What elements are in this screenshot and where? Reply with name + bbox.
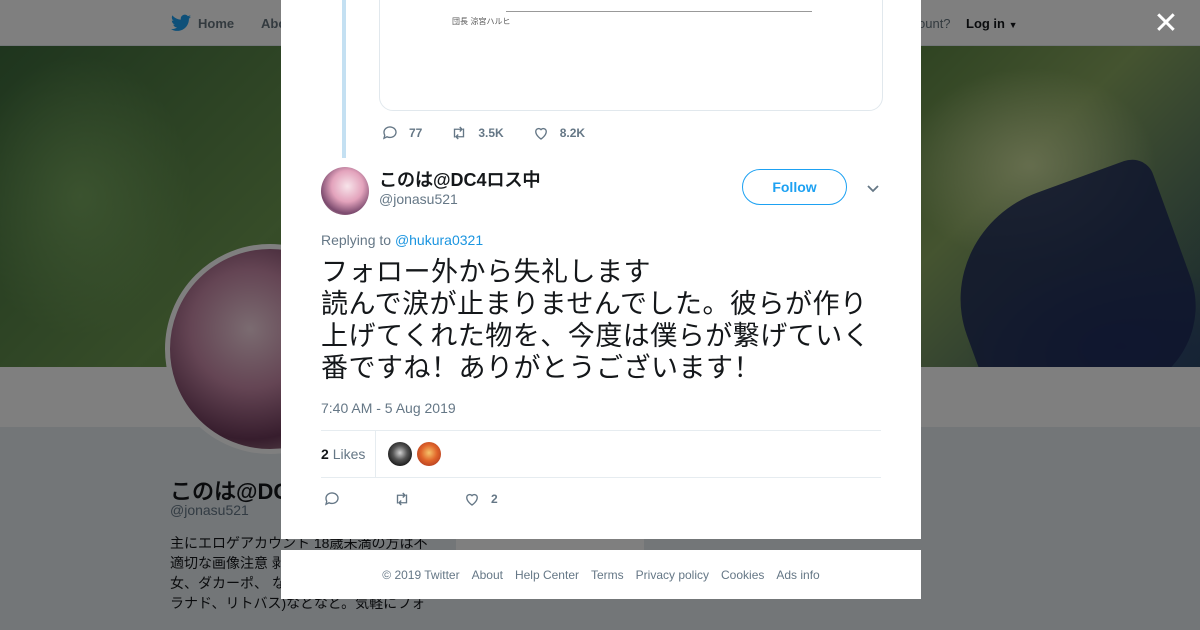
chevron-down-icon[interactable] [865,180,881,196]
quoted-media-card[interactable]: 団長 涼宮ハルヒ [379,0,883,111]
footer-link-cookies[interactable]: Cookies [721,568,764,582]
like-button[interactable]: 2 [463,490,498,508]
retweet-button[interactable] [393,490,411,508]
liker-avatar[interactable] [417,442,441,466]
footer-link-ads-info[interactable]: Ads info [776,568,819,582]
quoted-action-bar: 77 3.5K 8.2K [381,124,585,142]
retweet-icon [454,126,465,140]
replying-to-link[interactable]: @hukura0321 [395,232,483,248]
likes-stat[interactable]: 2 Likes [321,446,365,462]
tweet-action-bar: 2 [323,490,498,508]
close-icon[interactable]: ✕ [1152,9,1180,39]
likes-label: Likes [332,446,366,462]
likes-number: 2 [321,446,329,462]
media-caption: 団長 涼宮ハルヒ [452,17,511,26]
tweet-stats: 2 Likes [321,430,881,478]
footer-link-terms[interactable]: Terms [591,568,624,582]
reply-button[interactable]: 77 [381,124,422,142]
retweet-icon [396,492,408,506]
reply-count: 77 [409,126,423,140]
footer-link-privacy[interactable]: Privacy policy [636,568,709,582]
like-count: 8.2K [559,126,586,140]
footer-link-help-center[interactable]: Help Center [515,568,579,582]
heart-icon [534,127,547,140]
replying-prefix: Replying to [321,232,392,248]
reply-button[interactable] [323,490,341,508]
tweet-display-name[interactable]: このは@DC4ロス中 [379,166,541,192]
liker-avatar[interactable] [388,442,412,466]
tweet-handle[interactable]: @jonasu521 [379,191,458,207]
tweet-modal: 団長 涼宮ハルヒ 77 3.5K 8.2K このは@DC4ロス中 @jonasu… [281,0,921,539]
replying-to: Replying to @hukura0321 [321,232,483,248]
like-count: 2 [491,492,498,506]
follow-button[interactable]: Follow [742,169,847,205]
like-button[interactable]: 8.2K [532,124,585,142]
media-divider [506,11,812,12]
tweet-text: フォロー外から失礼します 読んで涙が止まりませんでした。彼らが作り上げてくれた物… [321,257,891,385]
reply-icon [324,492,339,506]
tweet-avatar[interactable] [321,167,369,215]
modal-footer: © 2019 Twitter About Help Center Terms P… [281,550,921,599]
footer-copyright: © 2019 Twitter [382,567,460,582]
heart-icon [466,493,478,506]
footer-link-about[interactable]: About [472,568,503,582]
stats-divider [375,431,376,477]
tweet-timestamp[interactable]: 7:40 AM - 5 Aug 2019 [321,400,456,416]
tweet-text-content: フォロー外から失礼します 読んで涙が止まりませんでした。彼らが作り上げてくれた物… [321,257,871,384]
retweet-button[interactable]: 3.5K [450,124,504,142]
retweet-count: 3.5K [478,126,504,140]
reply-icon [382,126,397,140]
thread-connector [342,0,346,158]
